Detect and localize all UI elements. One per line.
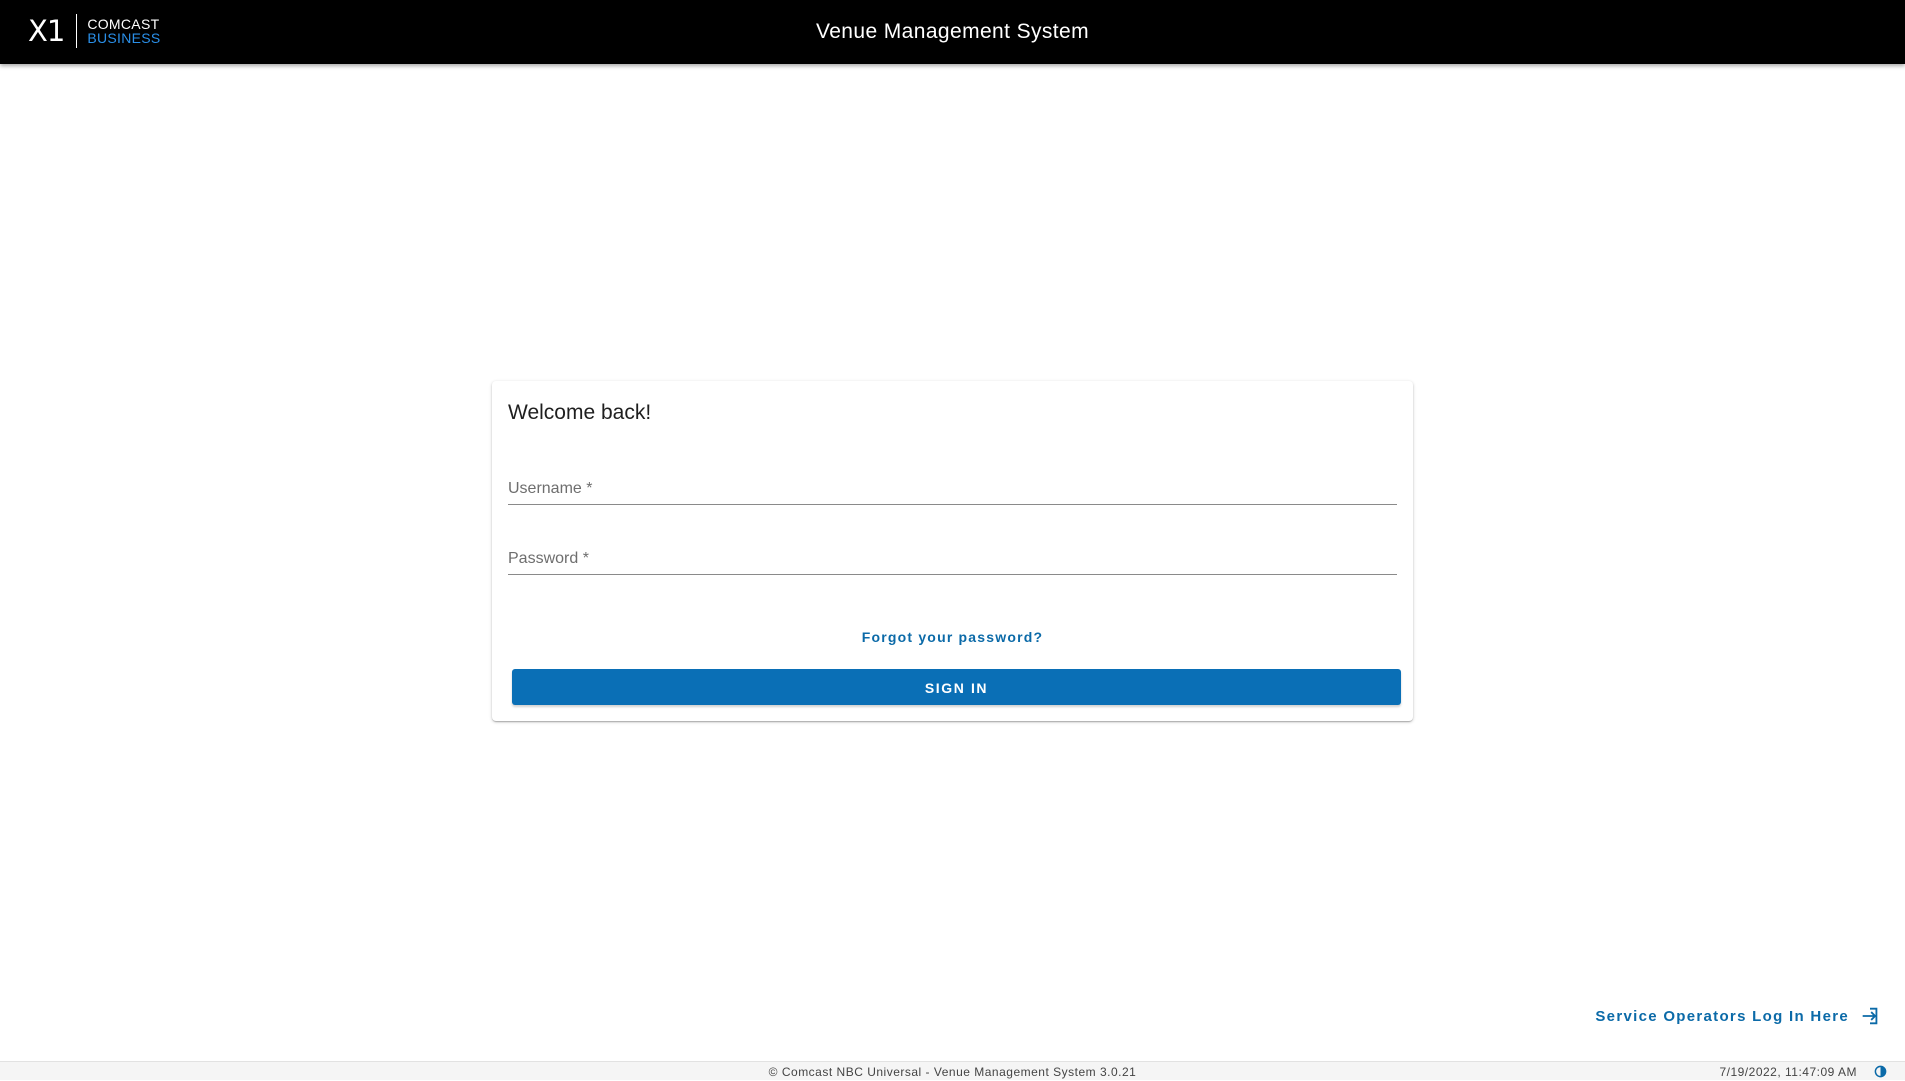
footer-timestamp: 7/19/2022, 11:47:09 AM: [1719, 1065, 1857, 1079]
password-field[interactable]: Password *: [508, 535, 1397, 575]
footer-copyright: © Comcast NBC Universal - Venue Manageme…: [768, 1065, 1137, 1079]
username-field[interactable]: Username *: [508, 465, 1397, 505]
contrast-icon[interactable]: [1874, 1065, 1887, 1078]
footer: © Comcast NBC Universal - Venue Manageme…: [0, 1061, 1905, 1080]
username-input[interactable]: [508, 476, 1397, 500]
app-header: X1 COMCAST BUSINESS Venue Management Sys…: [0, 0, 1905, 64]
service-operators-login-link[interactable]: Service Operators Log In Here: [1595, 1004, 1881, 1028]
login-card: Welcome back! Username * Password * Forg…: [492, 381, 1413, 721]
forgot-password-link[interactable]: Forgot your password?: [492, 629, 1413, 645]
page-title: Venue Management System: [815, 20, 1090, 43]
password-input[interactable]: [508, 546, 1397, 570]
login-icon: [1859, 1005, 1881, 1027]
service-operators-login-label: Service Operators Log In Here: [1595, 1007, 1849, 1025]
sign-in-button[interactable]: SIGN IN: [512, 669, 1401, 705]
login-card-title: Welcome back!: [508, 401, 652, 424]
